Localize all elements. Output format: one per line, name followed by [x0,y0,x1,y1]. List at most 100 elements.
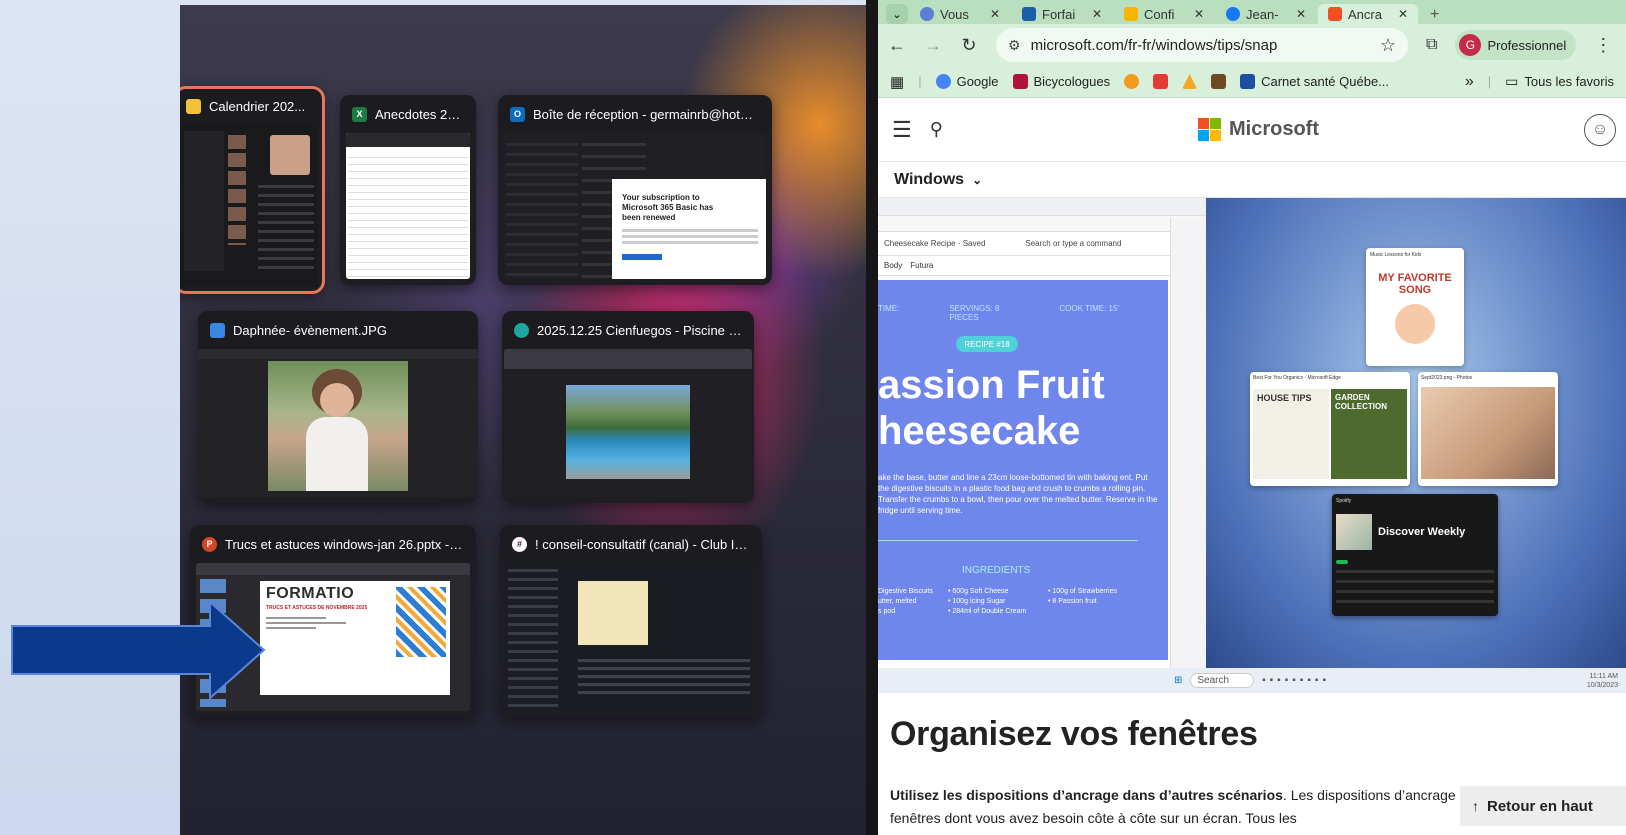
photos-icon [210,322,225,338]
close-icon[interactable]: ✕ [1194,7,1204,21]
bookmark-star-icon[interactable]: ☆ [1380,35,1396,56]
more-bookmarks-icon[interactable]: » [1465,73,1474,91]
slack-icon: # [512,536,527,552]
url-text: microsoft.com/fr-fr/windows/tips/snap [1030,36,1278,54]
bookmark-5[interactable] [1182,74,1198,89]
house-tips: HOUSE TIPS [1253,389,1329,479]
hamburger-menu-icon[interactable]: ☰ [892,117,912,143]
edge-window: Best For You Organics - Microsoft Edge H… [1250,372,1410,486]
hero-image: Cheesecake Recipe · Saved Search or type… [878,198,1626,693]
section-title[interactable]: Windows [894,171,964,189]
tab-favicon-icon [1226,7,1240,21]
snap-divider[interactable] [866,0,878,835]
bookmark-carnet-sante[interactable]: Carnet santé Québe... [1240,74,1389,89]
reload-icon[interactable]: ↻ [960,35,978,56]
back-to-top-label: Retour en haut [1487,797,1593,815]
bookmark-favicon-icon [1124,74,1140,89]
site-info-icon[interactable]: ⚙ [1008,37,1021,54]
site-header: ☰ ⚲ Microsoft ☺ [878,98,1626,162]
all-bookmarks-folder[interactable]: ▭ Tous les favoris [1505,73,1614,90]
snap-window-calendrier[interactable]: Calendrier 202... [180,86,325,294]
recipe-body: ake the base, butter and line a 23cm loo… [878,473,1158,515]
window-header: O Boîte de réception - germainrb@hotmail… [498,95,772,133]
snap-window-photo-daphnee[interactable]: Daphnée- évènement.JPG [198,311,478,503]
url-input[interactable]: ⚙ microsoft.com/fr-fr/windows/tips/snap … [996,28,1408,62]
microsoft-logo[interactable]: Microsoft [1198,118,1319,141]
extensions-icon[interactable]: ⧉ [1426,36,1437,54]
snap-assist-panel: Calendrier 202... X Anecdotes 202... O B… [180,5,866,835]
discover-weekly: Discover Weekly [1378,526,1466,538]
chevron-down-icon[interactable]: ⌄ [972,173,982,187]
bookmark-favicon-icon [1153,74,1169,89]
bookmarks-bar: ▦ | Google Bicycologues Carnet santé Qué… [878,66,1626,98]
bookmark-6[interactable] [1211,74,1227,89]
email-preview-heading: Your subscription to Microsoft 365 Basic… [622,193,714,222]
close-icon[interactable]: ✕ [1296,7,1306,21]
clock-date: 10/3/2023 [1586,681,1618,689]
bookmark-divider: | [1487,74,1492,89]
window-header: 2025.12.25 Cienfuegos - Piscine IMG_... [502,311,754,349]
bookmark-label: Carnet santé Québe... [1261,74,1390,89]
snap-window-outlook[interactable]: O Boîte de réception - germainrb@hotmail… [498,95,772,285]
music-title: Music Lessons for Kids [1370,252,1422,258]
window-title: ! conseil-consultatif (canal) - Club Inf… [535,536,750,552]
windows-start-icon: ⊞ [1174,675,1183,686]
recipe-headline-2: heesecake [878,409,1081,453]
tab-label: Jean- [1246,6,1279,22]
folder-icon: ▭ [1505,73,1519,89]
tab-ancrage[interactable]: Ancra ✕ [1318,4,1418,24]
close-icon[interactable]: ✕ [1092,7,1102,21]
google-icon [935,74,951,89]
tab-strip: ⌄ Vous ✕ Forfai ✕ Confi ✕ Jean- ✕ Ancra ✕ + [878,0,1626,24]
outlook-icon: O [510,106,525,122]
tab-search-icon[interactable]: ⌄ [886,4,908,24]
profile-button[interactable]: G Professionnel [1455,30,1577,60]
powerpoint-icon: P [202,536,217,552]
back-icon[interactable]: ← [888,35,906,56]
taskbar-apps-icon: ▪▪▪▪▪▪▪▪▪ [1262,675,1330,686]
ingredient: • 100g of Strawberries [1048,588,1117,595]
clock-time: 11:11 AM [1589,672,1618,680]
article-title: Organisez vos fenêtres [890,715,1258,753]
tab-label: Ancra [1348,6,1382,22]
forward-icon[interactable]: → [924,35,942,56]
snap-window-slack[interactable]: # ! conseil-consultatif (canal) - Club I… [500,525,762,717]
logo-text: Microsoft [1229,118,1319,140]
window-thumbnail [504,349,752,497]
browser-window: ⌄ Vous ✕ Forfai ✕ Confi ✕ Jean- ✕ Ancra ✕ + ←… [878,0,1626,835]
apps-grid-icon[interactable]: ▦ [890,73,904,91]
avatar: G [1459,34,1482,56]
window-title: 2025.12.25 Cienfuegos - Piscine IMG_... [537,322,742,338]
snap-window-anecdotes[interactable]: X Anecdotes 202... [340,95,476,285]
spotify-title: Spotify [1336,498,1352,504]
close-icon[interactable]: ✕ [990,7,1000,21]
account-icon[interactable]: ☺ [1584,113,1616,146]
bookmark-divider: | [918,74,922,89]
new-tab-button[interactable]: + [1420,6,1449,24]
back-to-top-button[interactable]: ↑ Retour en haut [1460,786,1626,826]
snap-window-edge-piscine[interactable]: 2025.12.25 Cienfuegos - Piscine IMG_... [502,311,754,503]
tab-favicon-icon [1328,7,1342,21]
bookmark-4[interactable] [1153,74,1169,89]
quebec-icon [1240,74,1256,89]
window-header: X Anecdotes 202... [340,95,476,133]
bookmark-3[interactable] [1124,74,1140,89]
search-icon[interactable]: ⚲ [930,119,943,140]
tab-jean[interactable]: Jean- ✕ [1216,4,1316,24]
tab-confi[interactable]: Confi ✕ [1114,4,1214,24]
tab-favicon-icon [920,7,934,21]
bookmark-bicycologues[interactable]: Bicycologues [1012,74,1110,89]
window-header: # ! conseil-consultatif (canal) - Club I… [500,525,762,563]
tab-forfait[interactable]: Forfai ✕ [1012,4,1112,24]
arrow-pointer-icon [11,600,266,700]
garden-collection: GARDEN COLLECTION [1331,389,1407,479]
taskbar-search: Search [1190,673,1255,688]
desktop-background [0,0,180,835]
bookmark-google[interactable]: Google [935,74,999,89]
tab-vous[interactable]: Vous ✕ [910,4,1010,24]
window-title: Boîte de réception - germainrb@hotmail..… [533,106,760,122]
excel-icon: X [352,106,367,122]
close-icon[interactable]: ✕ [1398,7,1408,21]
menu-icon[interactable]: ⋮ [1594,35,1612,56]
hero-desktop: Music Lessons for Kids MY FAVORITE SONG … [1206,198,1626,668]
